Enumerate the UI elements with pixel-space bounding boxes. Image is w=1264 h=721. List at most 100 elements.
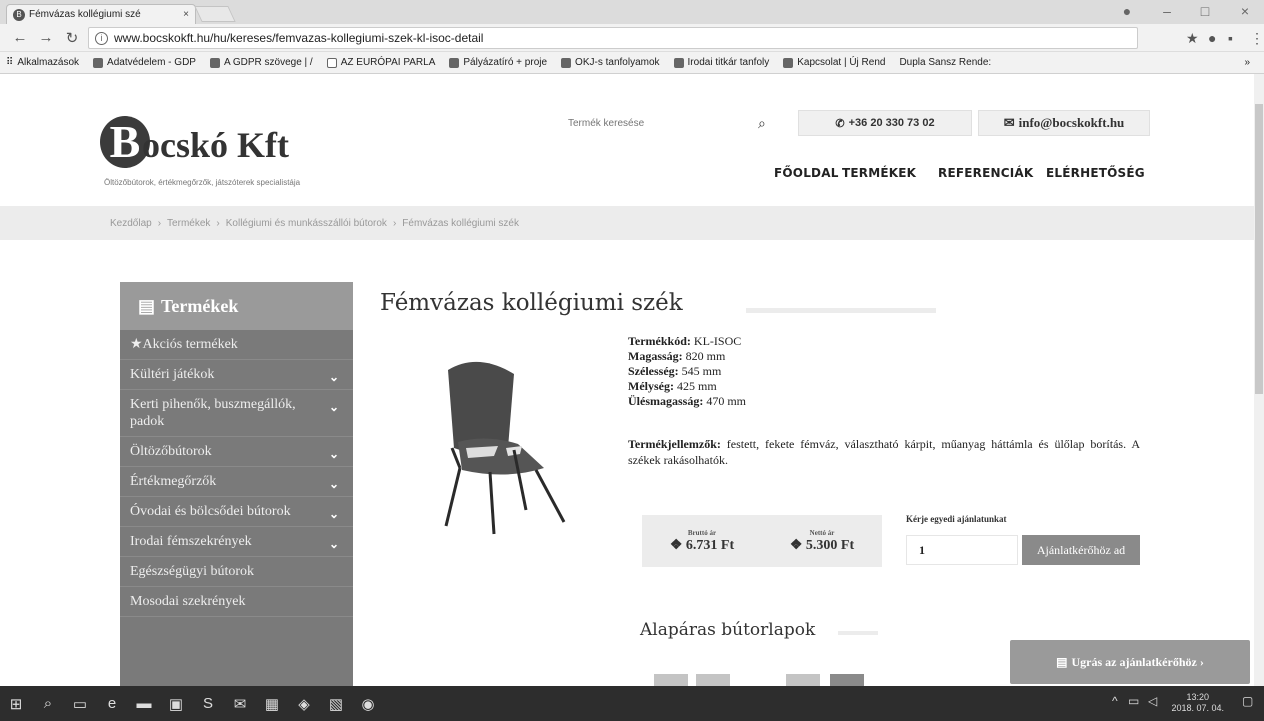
more-bookmarks[interactable]: »	[1244, 57, 1250, 68]
clock[interactable]: 13:20 2018. 07. 04.	[1171, 692, 1224, 714]
chair-image	[444, 361, 566, 535]
scrollbar[interactable]	[1254, 74, 1264, 686]
file-explorer-icon[interactable]: ▬	[128, 689, 160, 719]
bookmarks-bar: ⠿ Alkalmazások Adatvédelem - GDP A GDPR s…	[0, 52, 1264, 74]
menu-dots-icon[interactable]: ⋮	[1250, 30, 1264, 47]
bookmark-item[interactable]: Adatvédelem - GDP	[93, 57, 196, 68]
sidebar-item-laundry[interactable]: Mosodai szekrények	[120, 587, 353, 617]
chevron-down-icon[interactable]: ⌄	[329, 399, 339, 416]
breadcrumb-category[interactable]: Kollégiumi és munkásszállói bútorok	[226, 218, 387, 229]
sidebar-item-office-cabinets[interactable]: Irodai fémszekrények ⌄	[120, 527, 353, 557]
color-swatch[interactable]	[786, 674, 820, 686]
tab-title: Fémvázas kollégiumi szé	[29, 9, 141, 20]
breadcrumb-home[interactable]: Kezdőlap	[110, 218, 152, 229]
maximize-icon[interactable]: □	[1190, 3, 1220, 19]
app-icon[interactable]: ▧	[320, 689, 352, 719]
sidebar-item-lockers[interactable]: Öltözőbútorok ⌄	[120, 437, 353, 467]
url-input[interactable]: i www.bocskokft.hu/hu/kereses/femvazas-k…	[88, 27, 1138, 49]
search-input[interactable]	[568, 117, 748, 129]
sidebar-item-kindergarten[interactable]: Óvodai és bölcsődei bútorok ⌄	[120, 497, 353, 527]
chevron-down-icon[interactable]: ⌄	[329, 506, 339, 523]
browser-tab[interactable]: B Fémvázas kollégiumi szé ×	[6, 4, 196, 24]
sidebar-item-sale[interactable]: ★Akciós termékek	[120, 330, 353, 360]
sidebar-item-outdoor-games[interactable]: Kültéri játékok ⌄	[120, 360, 353, 390]
tab-close-icon[interactable]: ×	[183, 9, 189, 20]
phone-button[interactable]: ✆ +36 20 330 73 02	[798, 110, 972, 136]
extension-2-icon[interactable]: ▪	[1228, 30, 1233, 46]
scrollbar-thumb[interactable]	[1255, 104, 1263, 394]
product-description: Termékjellemzők: festett, fekete fémváz,…	[628, 437, 1141, 467]
product-image[interactable]	[386, 330, 612, 540]
spec-row: Ülésmagasság: 470 mm	[628, 394, 746, 408]
breadcrumb-separator: ›	[157, 217, 162, 229]
windows-start-icon[interactable]: ⊞	[0, 689, 32, 719]
color-swatch[interactable]	[654, 674, 688, 686]
spec-row: Szélesség: 545 mm	[628, 364, 722, 378]
chevron-down-icon[interactable]: ⌄	[329, 536, 339, 553]
breadcrumb-products[interactable]: Termékek	[167, 218, 210, 229]
app-icon[interactable]: ◈	[288, 689, 320, 719]
chevron-down-icon[interactable]: ⌄	[329, 476, 339, 493]
task-view-icon[interactable]: ▭	[64, 689, 96, 719]
jump-to-quote-button[interactable]: ▤ Ugrás az ajánlatkérőhöz ›	[1010, 640, 1250, 684]
chevron-down-icon[interactable]: ⌄	[329, 446, 339, 463]
bookmark-item[interactable]: Dupla Sansz Rende:	[899, 57, 991, 68]
notifications-icon[interactable]: ▢	[1242, 694, 1253, 708]
sidebar-item-medical[interactable]: Egészségügyi bútorok	[120, 557, 353, 587]
logo-tagline: Öltözőbútorok, értékmegőrzők, játszótere…	[104, 178, 301, 187]
add-to-quote-button[interactable]: Ajánlatkérőhöz ad	[1022, 535, 1140, 565]
site-favicon-icon: B	[13, 8, 25, 21]
profile-icon[interactable]: ●	[1112, 3, 1142, 19]
spec-row: Mélység: 425 mm	[628, 379, 717, 393]
store-icon[interactable]: ▣	[160, 689, 192, 719]
info-icon[interactable]: i	[95, 31, 108, 45]
chevron-down-icon[interactable]: ⌄	[329, 369, 339, 386]
app-icon[interactable]: ▦	[256, 689, 288, 719]
edge-browser-icon[interactable]: e	[96, 689, 128, 719]
search-icon[interactable]: ⌕	[32, 689, 64, 719]
email-button[interactable]: ✉ info@bocskokft.hu	[978, 110, 1150, 136]
tray-up-icon[interactable]: ^	[1112, 694, 1118, 708]
sidebar-item-garden[interactable]: Kerti pihenők, buszmegállók, padok ⌄	[120, 390, 353, 437]
minimize-icon[interactable]: –	[1152, 3, 1182, 19]
bookmark-item[interactable]: AZ EURÓPAI PARLA	[326, 57, 435, 68]
extension-icon[interactable]: ●	[1208, 30, 1216, 46]
spec-row: Magasság: 820 mm	[628, 349, 726, 363]
quantity-input[interactable]: 1	[906, 535, 1018, 565]
skype-icon[interactable]: S	[192, 689, 224, 719]
forward-icon[interactable]: →	[36, 29, 56, 46]
new-tab-button[interactable]	[194, 6, 236, 22]
mail-icon[interactable]: ✉	[224, 689, 256, 719]
close-window-icon[interactable]: ×	[1230, 3, 1260, 19]
chrome-icon[interactable]: ◉	[352, 689, 384, 719]
net-price: Nettó ár ❖ 5.300 Ft	[789, 528, 855, 553]
bookmark-item[interactable]: Pályázatíró + proje	[449, 57, 547, 68]
breadcrumb-current: Fémvázas kollégiumi szék	[402, 217, 519, 229]
breadcrumb-separator: ›	[216, 217, 220, 229]
nav-contact[interactable]: ELÉRHETŐSÉG	[1046, 166, 1145, 180]
sidebar-header: ▤ Termékek	[120, 282, 353, 330]
bookmark-item[interactable]: A GDPR szövege | /	[209, 57, 313, 68]
phone-icon: ✆	[835, 117, 845, 130]
color-swatch[interactable]	[830, 674, 864, 686]
bookmark-item[interactable]: Kapcsolat | Új Rend	[783, 57, 885, 68]
nav-products[interactable]: TERMÉKEK	[842, 166, 916, 180]
bookmark-item[interactable]: Irodai titkár tanfoly	[673, 57, 769, 68]
bookmark-favicon-icon	[209, 57, 220, 68]
bookmark-apps[interactable]: ⠿ Alkalmazások	[6, 57, 79, 68]
nav-references[interactable]: REFERENCIÁK	[938, 166, 1033, 180]
reload-icon[interactable]: ↻	[62, 29, 82, 47]
nav-home[interactable]: FŐOLDAL	[774, 166, 839, 180]
logo-name: ocskó Kft	[142, 125, 289, 165]
bookmark-star-icon[interactable]: ★	[1186, 30, 1199, 47]
bookmark-item[interactable]: OKJ-s tanfolyamok	[561, 57, 660, 68]
color-swatch[interactable]	[696, 674, 730, 686]
back-icon[interactable]: ←	[10, 29, 30, 46]
volume-icon[interactable]: ◁	[1148, 694, 1157, 708]
sidebar-item-safes[interactable]: Értékmegőrzők ⌄	[120, 467, 353, 497]
gross-price: Bruttó ár ❖ 6.731 Ft	[669, 528, 735, 553]
network-icon[interactable]: ▭	[1128, 694, 1139, 708]
list-icon: ▤	[138, 295, 156, 316]
search-icon[interactable]: ⌕	[758, 115, 766, 132]
envelope-icon: ✉	[1003, 115, 1015, 130]
